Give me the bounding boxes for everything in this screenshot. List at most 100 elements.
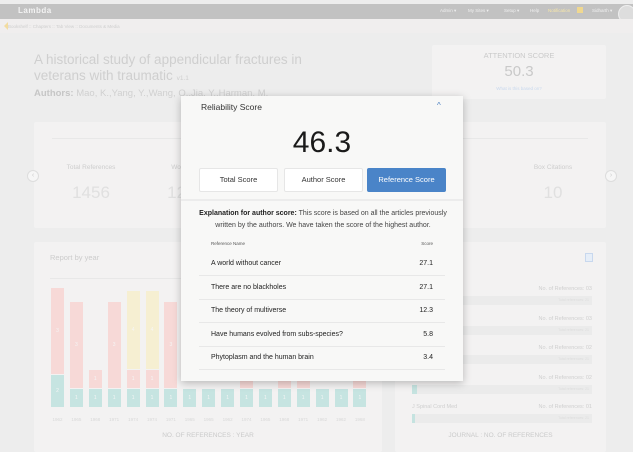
bar-segment: 3 — [107, 302, 121, 388]
x-tick-label: 1962 — [317, 417, 328, 422]
journal-item: J Spinal Cord Med No. of References: 01 To… — [395, 404, 606, 434]
reference-row[interactable]: A world without cancer 27.1 — [199, 252, 445, 276]
bar-segment: 4 — [145, 291, 159, 369]
journal-total: Total references: 21 — [558, 298, 589, 302]
report-footer: NO. OF REFERENCES : YEAR — [162, 432, 254, 439]
bar-segment: 1 — [145, 389, 159, 407]
bar-segment: 1 — [221, 389, 235, 407]
reference-name: Have humans evolved from subs-species? — [211, 330, 343, 338]
bar-segment: 1 — [88, 389, 102, 407]
collapse-icon[interactable]: ^ — [437, 101, 441, 110]
journal-total: Total references: 21 — [558, 327, 589, 332]
bar-segment: 3 — [51, 288, 64, 374]
attention-score-value: 50.3 — [504, 63, 534, 80]
breadcrumb-text[interactable]: Bookshelf :: Chapters :: Tab View :: Doc… — [8, 24, 120, 29]
x-tick-label: 1974 — [128, 417, 139, 422]
x-tick-label: 1965 — [260, 417, 271, 422]
author-score-button[interactable]: Author Score — [284, 168, 363, 192]
x-tick-label: 1974 — [146, 417, 157, 422]
reference-row[interactable]: The theory of multiverse 12.3 — [199, 299, 445, 323]
reference-row[interactable]: Have humans evolved from subs-species? 5.… — [199, 323, 445, 347]
x-tick-label: 1971 — [298, 417, 309, 422]
reference-score: 27.1 — [419, 260, 433, 267]
x-tick-label: 1965 — [71, 417, 82, 422]
brand-logo[interactable]: Lambda — [18, 6, 52, 15]
nav-user-menu[interactable]: Sidharth ▾ — [592, 8, 612, 14]
divider — [181, 199, 463, 201]
x-tick-label: 1962 — [335, 417, 346, 422]
reference-name: There are no blackholes — [211, 283, 287, 291]
bar-segment: 1 — [145, 370, 159, 388]
bar-segment: 1 — [183, 389, 197, 407]
prev-arrow-icon[interactable]: ‹ — [27, 170, 39, 182]
x-tick-label: 1968 — [90, 417, 101, 422]
score-explanation: Explanation for author score: This score… — [199, 210, 447, 229]
x-tick-label: 1962 — [52, 417, 63, 422]
bar-segment: 3 — [69, 302, 83, 388]
bar-segment: 2 — [51, 375, 64, 407]
reference-name: The theory of multiverse — [211, 307, 287, 314]
journal-progress: Total references: 21 — [412, 384, 592, 394]
bar-segment: 1 — [126, 370, 140, 388]
nav-my-sites[interactable]: My Sites ▾ — [468, 8, 489, 14]
notification-badge — [577, 7, 583, 13]
back-arrow-icon[interactable] — [0, 22, 8, 30]
x-tick-label: 1962 — [222, 417, 233, 422]
report-title: Report by year — [50, 253, 100, 262]
reference-score: 27.1 — [419, 283, 433, 291]
x-tick-label: 1971 — [165, 417, 176, 422]
reference-row[interactable]: Phytoplasm and the human brain 3.4 — [199, 346, 445, 370]
bar-segment: 1 — [88, 370, 102, 388]
journal-name: J Spinal Cord Med — [412, 404, 458, 410]
total-score-button[interactable]: Total Score — [199, 168, 278, 192]
x-tick-label: 1971 — [109, 417, 120, 422]
x-tick-label: 1968 — [354, 417, 365, 422]
bar-segment: 1 — [240, 389, 253, 407]
bar-segment: 1 — [277, 389, 291, 407]
reference-score: 5.8 — [423, 330, 433, 338]
bar-segment: 1 — [164, 389, 178, 407]
next-arrow-icon[interactable]: › — [605, 170, 617, 182]
reference-name: Phytoplasm and the human brain — [211, 354, 314, 361]
journal-total: Total references: 21 — [558, 416, 589, 420]
journal-total: Total references: 21 — [558, 357, 589, 361]
x-tick-label: 1965 — [184, 417, 195, 422]
page-title: A historical study of appendicular fract… — [34, 52, 334, 87]
bar-segment: 1 — [296, 389, 310, 407]
table-header: Reference Name Score — [211, 241, 433, 246]
x-tick-label: 1965 — [203, 417, 214, 422]
attention-score-card: ATTENTION SCORE 50.3 What is this based … — [432, 45, 606, 99]
nav-admin[interactable]: Admin ▾ — [440, 8, 456, 14]
bar-segment: 1 — [315, 389, 329, 407]
bar-segment: 1 — [69, 389, 83, 407]
reference-row[interactable]: There are no blackholes 27.1 — [199, 276, 445, 300]
bar-segment: 1 — [334, 389, 348, 407]
x-tick-label: 1974 — [241, 417, 252, 422]
stat-total-references: Total References 1456 — [66, 164, 116, 202]
nav-help[interactable]: Help — [530, 8, 539, 13]
bar-segment: 1 — [126, 389, 140, 407]
attention-score-label: ATTENTION SCORE — [483, 51, 555, 60]
bar-segment: 4 — [126, 291, 140, 369]
bar-segment: 3 — [164, 302, 178, 388]
reference-score-button[interactable]: Reference Score — [367, 168, 446, 192]
reliability-score-modal: Reliability Score ^ 46.3 Total Score Aut… — [181, 96, 463, 381]
reference-score: 12.3 — [419, 307, 433, 314]
stat-box-citations: Box Citations 10 — [533, 164, 573, 202]
version-label: v1.1 — [176, 75, 189, 82]
authors-label: Authors: — [34, 88, 74, 99]
x-tick-label: 1968 — [279, 417, 290, 422]
expand-icon[interactable] — [585, 253, 593, 262]
attention-score-link[interactable]: What is this based on? — [432, 86, 606, 91]
journal-refs: No. of References: 03 — [538, 315, 592, 322]
journal-total: Total references: 21 — [558, 386, 589, 391]
reference-name: A world without cancer — [211, 260, 282, 267]
reliability-score-value: 46.3 — [292, 126, 352, 159]
nav-setup[interactable]: Setup ▾ — [504, 8, 519, 14]
nav-notification[interactable]: Notification — [548, 8, 570, 13]
journal-refs: No. of References: 02 — [538, 345, 592, 351]
bar-segment: 1 — [258, 389, 272, 407]
modal-title: Reliability Score — [201, 102, 262, 112]
journal-refs: No. of References: 03 — [538, 286, 592, 292]
journal-refs: No. of References: 01 — [538, 404, 592, 410]
